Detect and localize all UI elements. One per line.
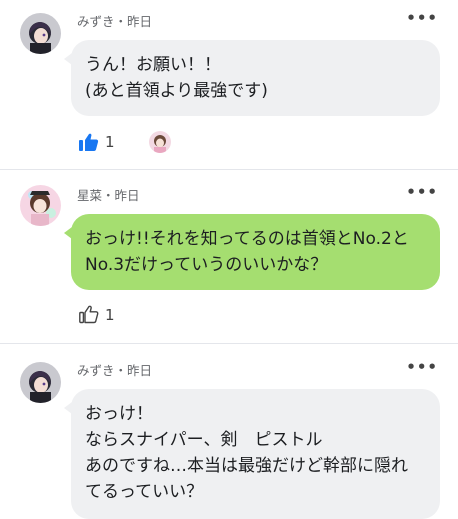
reactor-avatar[interactable] [148,131,171,153]
reactions-row: 1 [79,305,115,324]
comment-text-line: ならスナイパー、剣 ピストル [85,430,323,450]
comment-text-line: (あと首領より最強です) [85,81,268,101]
comment-bubble: おっけ！ ならスナイパー、剣 ピストル あのですね…本当は最強だけど幹部に隠れ … [64,389,440,519]
more-options-icon[interactable]: ••• [406,360,438,375]
bubble-tail [64,402,72,414]
like-count: 1 [105,305,115,324]
like-outline-icon[interactable] [79,305,99,324]
divider [0,169,458,170]
comment-text-line: あのですね…本当は最強だけど幹部に隠れ [85,456,408,476]
more-options-icon[interactable]: ••• [406,185,438,200]
like-count: 1 [105,133,115,151]
comment-text-line: うん！お願い！！ [85,55,221,75]
avatar[interactable] [20,13,61,54]
like-filled-icon[interactable] [79,133,99,152]
comment-bubble: おっけ!!それを知ってるのは首領とNo.2と No.3だけっていうのいいかな？ [64,214,440,290]
reactions-row: 1 [79,131,171,153]
bubble-tail [64,227,72,239]
comment-author-time[interactable]: みずき・昨日 [77,360,152,379]
avatar[interactable] [20,362,61,403]
comment-bubble: うん！お願い！！ (あと首領より最強です) [64,40,440,116]
comment-text-line: おっけ!!それを知ってるのは首領とNo.2と [85,229,409,249]
avatar[interactable] [20,185,61,226]
more-options-icon[interactable]: ••• [406,11,438,26]
comment-text-line: おっけ！ [85,404,153,424]
comment-author-time[interactable]: みずき・昨日 [77,11,152,30]
divider [0,343,458,344]
comment-text-line: No.3だけっていうのいいかな？ [85,255,328,275]
comment-author-time[interactable]: 星菜・昨日 [77,185,140,204]
comment-text-line: てるっていい？ [85,482,204,502]
bubble-tail [64,53,72,65]
